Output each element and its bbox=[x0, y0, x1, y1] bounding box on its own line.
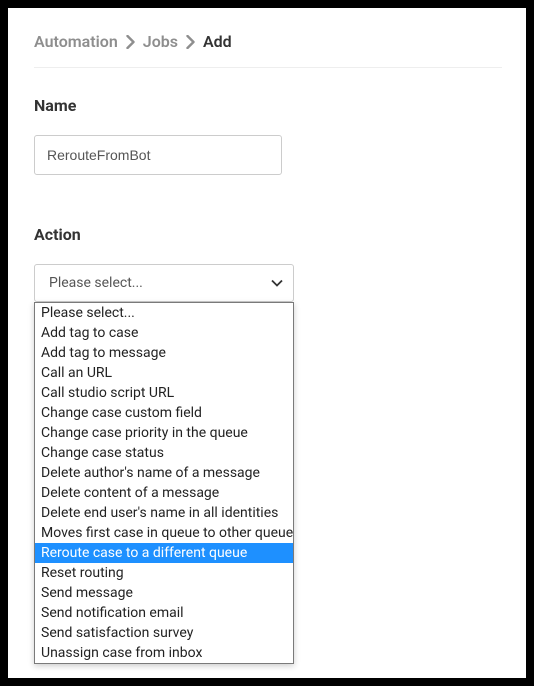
action-option[interactable]: Add tag to message bbox=[35, 343, 293, 363]
breadcrumb: Automation Jobs Add bbox=[34, 32, 502, 68]
action-option[interactable]: Send notification email bbox=[35, 603, 293, 623]
action-option[interactable]: Moves first case in queue to other queue bbox=[35, 523, 293, 543]
action-option[interactable]: Delete content of a message bbox=[35, 483, 293, 503]
action-option[interactable]: Call an URL bbox=[35, 363, 293, 383]
action-option[interactable]: Delete author's name of a message bbox=[35, 463, 293, 483]
action-option[interactable]: Please select... bbox=[35, 303, 293, 323]
action-label: Action bbox=[34, 225, 502, 244]
action-option[interactable]: Delete end user's name in all identities bbox=[35, 503, 293, 523]
action-option[interactable]: Add tag to case bbox=[35, 323, 293, 343]
action-option[interactable]: Change case custom field bbox=[35, 403, 293, 423]
chevron-right-icon bbox=[126, 35, 135, 49]
action-option[interactable]: Send satisfaction survey bbox=[35, 623, 293, 643]
action-option[interactable]: Unassign case from inbox bbox=[35, 643, 293, 663]
action-option[interactable]: Send message bbox=[35, 583, 293, 603]
breadcrumb-item-jobs[interactable]: Jobs bbox=[143, 32, 178, 51]
action-option[interactable]: Reset routing bbox=[35, 563, 293, 583]
chevron-right-icon bbox=[186, 35, 195, 49]
name-input[interactable] bbox=[34, 135, 282, 175]
action-option[interactable]: Call studio script URL bbox=[35, 383, 293, 403]
action-option[interactable]: Reroute case to a different queue bbox=[35, 543, 293, 563]
chevron-down-icon bbox=[271, 275, 283, 291]
action-select-placeholder: Please select... bbox=[49, 275, 143, 291]
breadcrumb-item-automation[interactable]: Automation bbox=[34, 32, 118, 51]
action-option[interactable]: Change case priority in the queue bbox=[35, 423, 293, 443]
name-label: Name bbox=[34, 96, 502, 115]
action-option[interactable]: Change case status bbox=[35, 443, 293, 463]
action-select-wrap: Please select... Please select...Add tag… bbox=[34, 264, 294, 302]
action-select[interactable]: Please select... bbox=[34, 264, 294, 302]
page-container: Automation Jobs Add Name Action Please s… bbox=[8, 8, 526, 678]
breadcrumb-item-add: Add bbox=[203, 32, 232, 51]
action-dropdown: Please select...Add tag to caseAdd tag t… bbox=[34, 302, 294, 664]
